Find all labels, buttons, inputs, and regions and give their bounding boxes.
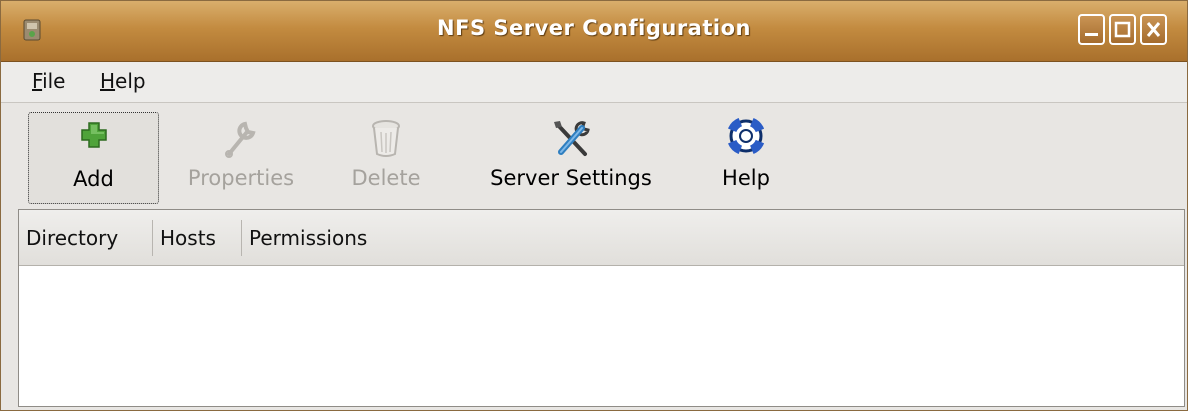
delete-label: Delete [351,166,421,190]
maximize-icon [1114,21,1131,38]
properties-label: Properties [187,166,295,190]
close-icon [1146,22,1161,37]
lifebuoy-icon [728,118,764,154]
maximize-button[interactable] [1109,14,1136,45]
minimize-icon [1085,33,1098,36]
delete-button[interactable]: Delete [336,112,436,204]
close-button[interactable] [1140,14,1167,45]
menu-bar: File Help [1,62,1187,103]
list-header: Directory Hosts Permissions [19,210,1184,266]
nfs-window: NFS Server Configuration File Help Add P… [0,0,1188,411]
add-icon [80,122,107,148]
toolbar: Add Properties Delete Server Settings He… [1,103,1187,207]
column-header-hosts[interactable]: Hosts [153,210,241,264]
tools-icon [554,121,590,156]
menu-help-rest: elp [115,69,146,93]
menu-file-rest: ile [42,69,66,93]
window-title: NFS Server Configuration [437,16,751,40]
trash-icon [372,120,400,157]
wrench-icon [225,121,256,158]
menu-help-mnemonic: H [100,69,116,93]
add-label: Add [73,167,114,191]
help-button[interactable]: Help [701,112,791,204]
menu-help[interactable]: Help [100,69,146,93]
menu-file[interactable]: File [32,69,65,93]
add-button[interactable]: Add [28,112,159,204]
properties-button[interactable]: Properties [173,112,309,204]
help-label: Help [722,166,770,190]
column-header-permissions[interactable]: Permissions [242,210,442,264]
minimize-button[interactable] [1078,14,1105,45]
menu-file-mnemonic: F [32,69,43,93]
exports-list[interactable]: Directory Hosts Permissions [18,209,1185,407]
server-settings-label: Server Settings [490,166,652,190]
column-header-directory[interactable]: Directory [19,210,152,264]
server-settings-button[interactable]: Server Settings [461,112,681,204]
title-bar[interactable]: NFS Server Configuration [1,1,1187,62]
